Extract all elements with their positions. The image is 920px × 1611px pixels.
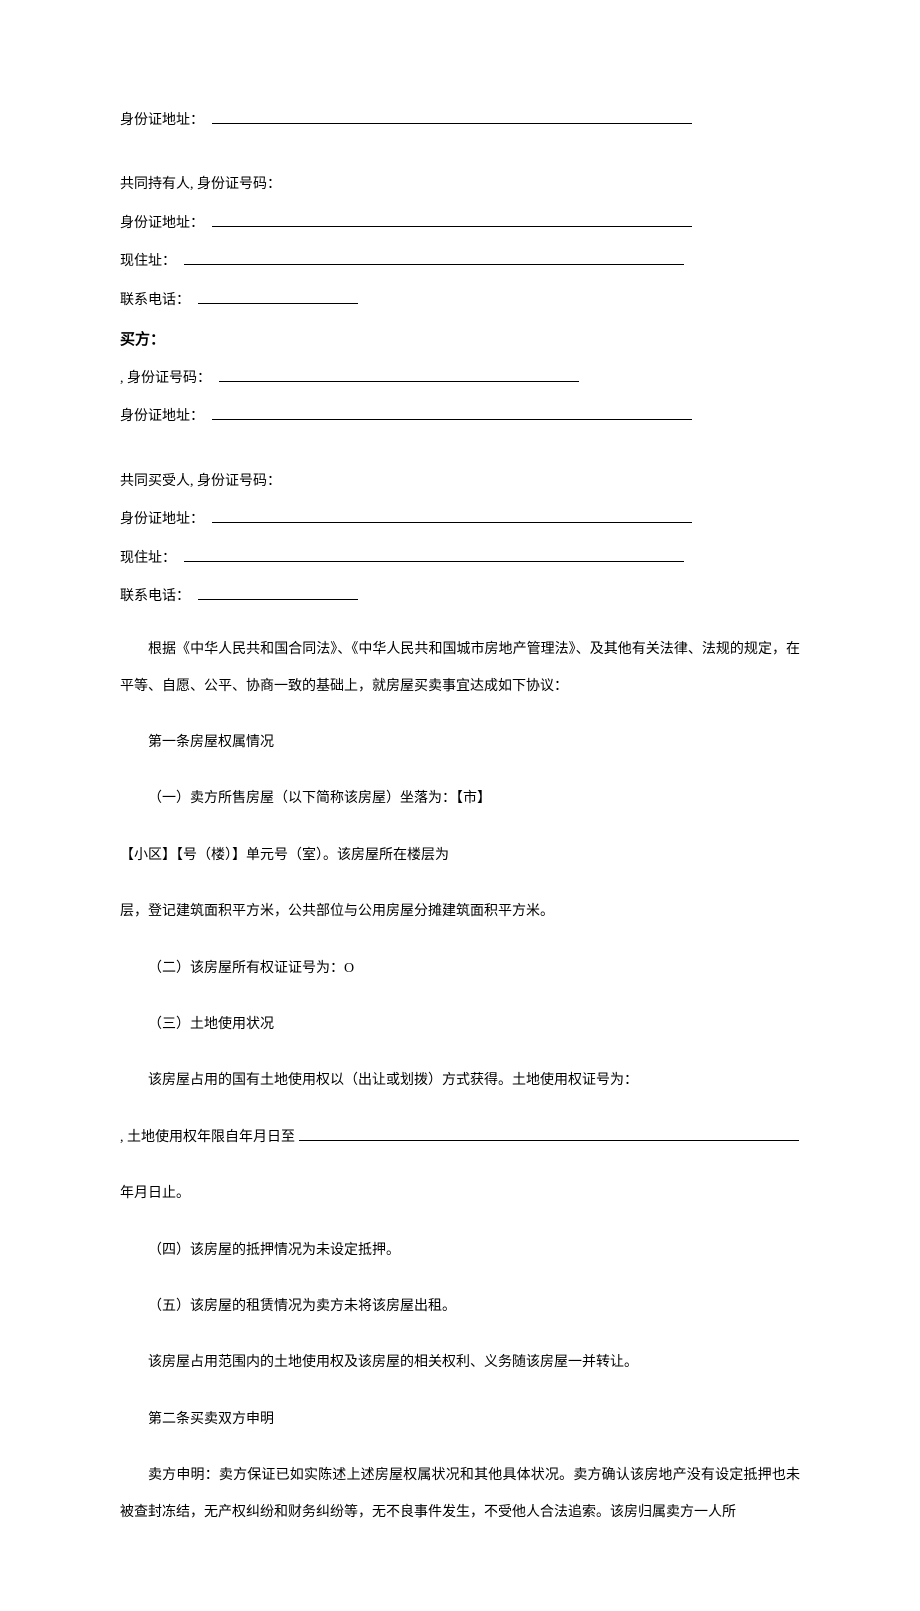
body-p10: 年月日止。: [120, 1176, 800, 1212]
body-p13: 该房屋占用范围内的土地使用权及该房屋的相关权利、义务随该房屋一并转让。: [120, 1345, 800, 1381]
body-p9-prefix: , 土地使用权年限自年月日至: [120, 1130, 295, 1145]
spacer: [120, 148, 800, 174]
seller-current-address-row: 现住址：: [120, 251, 800, 273]
buyer-id-number-label: , 身份证号码：: [120, 368, 211, 390]
seller-coholder-row: 共同持有人, 身份证号码：: [120, 174, 800, 196]
body-p4: 【小区】【号（楼）】单元号（室）。该房屋所在楼层为: [120, 838, 800, 874]
seller-id-address-label: 身份证地址：: [120, 110, 204, 132]
buyer-current-address-label: 现住址：: [120, 548, 176, 570]
blank-line: [212, 509, 692, 523]
body-p9: , 土地使用权年限自年月日至: [120, 1120, 800, 1156]
cobuyer-id-address-label: 身份证地址：: [120, 509, 204, 531]
seller-phone-label: 联系电话：: [120, 290, 190, 312]
buyer-heading-row: 买方：: [120, 328, 800, 352]
blank-line: [299, 1129, 799, 1141]
body-p8: 该房屋占用的国有土地使用权以（出让或划拨）方式获得。土地使用权证号为：: [120, 1063, 800, 1099]
blank-line: [184, 548, 684, 562]
blank-line: [198, 586, 358, 600]
body-p7: （三）土地使用状况: [120, 1007, 800, 1043]
body-p1: 根据《中华人民共和国合同法》、《中华人民共和国城市房地产管理法》、及其他有关法律…: [120, 632, 800, 705]
body-p15: 卖方申明：卖方保证已如实陈述上述房屋权属状况和其他具体状况。卖方确认该房地产没有…: [120, 1458, 800, 1531]
buyer-id-number-row: , 身份证号码：: [120, 368, 800, 390]
body-p2: 第一条房屋权属情况: [120, 725, 800, 761]
blank-line: [212, 213, 692, 227]
seller-phone-row: 联系电话：: [120, 290, 800, 312]
seller-current-address-label: 现住址：: [120, 251, 176, 273]
cobuyer-row: 共同买受人, 身份证号码：: [120, 471, 800, 493]
contract-body: 根据《中华人民共和国合同法》、《中华人民共和国城市房地产管理法》、及其他有关法律…: [120, 632, 800, 1531]
buyer-heading: 买方：: [120, 328, 165, 352]
cobuyer-id-address-row: 身份证地址：: [120, 509, 800, 531]
cobuyer-label: 共同买受人, 身份证号码：: [120, 471, 281, 493]
body-p3: （一）卖方所售房屋（以下简称该房屋）坐落为：【市】: [120, 781, 800, 817]
blank-line: [212, 406, 692, 420]
document-page: 身份证地址： 共同持有人, 身份证号码： 身份证地址： 现住址： 联系电话： 买…: [0, 0, 920, 1611]
buyer-phone-row: 联系电话：: [120, 586, 800, 608]
buyer-id-address-row: 身份证地址：: [120, 406, 800, 428]
blank-line: [184, 251, 684, 265]
spacer: [120, 445, 800, 471]
seller-coholder-id-address-row: 身份证地址：: [120, 213, 800, 235]
body-p5: 层，登记建筑面积平方米，公共部位与公用房屋分摊建筑面积平方米。: [120, 894, 800, 930]
blank-line: [219, 368, 579, 382]
blank-line: [198, 290, 358, 304]
seller-id-address-row: 身份证地址：: [120, 110, 800, 132]
buyer-current-address-row: 现住址：: [120, 548, 800, 570]
blank-line: [212, 110, 692, 124]
body-p14: 第二条买卖双方申明: [120, 1402, 800, 1438]
seller-coholder-label: 共同持有人, 身份证号码：: [120, 174, 281, 196]
seller-coholder-id-address-label: 身份证地址：: [120, 213, 204, 235]
body-p12: （五）该房屋的租赁情况为卖方未将该房屋出租。: [120, 1289, 800, 1325]
body-p6: （二）该房屋所有权证证号为：O: [120, 951, 800, 987]
body-p11: （四）该房屋的抵押情况为未设定抵押。: [120, 1233, 800, 1269]
buyer-phone-label: 联系电话：: [120, 586, 190, 608]
buyer-id-address-label: 身份证地址：: [120, 406, 204, 428]
